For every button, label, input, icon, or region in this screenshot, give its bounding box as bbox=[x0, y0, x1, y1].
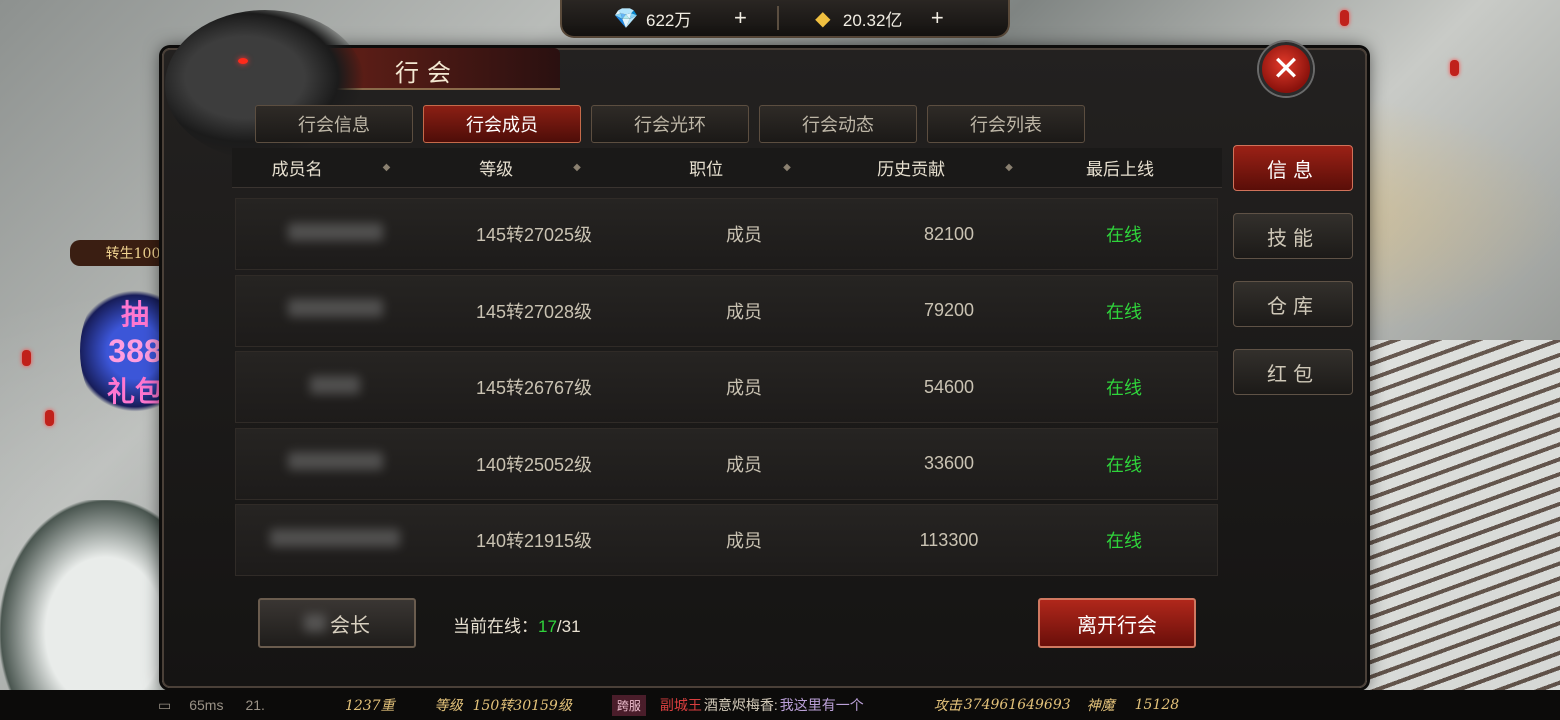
tab-guild-members[interactable]: 行会成员 bbox=[423, 105, 581, 143]
status-bar: ▭ 65ms 21. 1237重 等级 150转30159级 跨服 副城王 酒意… bbox=[0, 690, 1560, 720]
diamond-currency: 💎 622万 + bbox=[562, 0, 747, 36]
tab-guild-aura[interactable]: 行会光环 bbox=[591, 105, 749, 143]
event-line1: 抽 bbox=[120, 298, 149, 330]
chat-title: 副城王 bbox=[659, 697, 702, 713]
member-level: 145转26767级 bbox=[475, 378, 593, 398]
members-table-header: 成员名 ◆ 等级 ◆ 职位 ◆ 历史贡献 ◆ 最后上线 bbox=[232, 148, 1222, 188]
member-name-redacted bbox=[236, 222, 434, 246]
tab-guild-activity[interactable]: 行会动态 bbox=[759, 105, 917, 143]
column-header-last-online-label: 最后上线 bbox=[1086, 160, 1154, 179]
diamond-amount: 622万 bbox=[646, 10, 692, 30]
members-table-body: 145转27025级 成员 82100 在线 145转27028级 成员 792… bbox=[235, 198, 1218, 581]
column-header-level-label: 等级 bbox=[479, 160, 514, 179]
red-lantern-icon bbox=[1450, 60, 1459, 76]
column-header-name-label: 成员名 bbox=[271, 160, 323, 179]
event-line3: 礼包 bbox=[106, 375, 163, 407]
god-demon-value: 15128 bbox=[1134, 697, 1180, 713]
online-count-label: 当前在线： bbox=[453, 617, 538, 636]
member-last-online: 在线 bbox=[1106, 454, 1142, 475]
member-contribution: 113300 bbox=[919, 529, 979, 550]
column-header-position-label: 职位 bbox=[689, 160, 724, 179]
member-level: 145转27028级 bbox=[475, 301, 593, 322]
side-item-warehouse[interactable]: 仓库 bbox=[1233, 281, 1353, 327]
member-level: 140转21915级 bbox=[475, 531, 593, 551]
clock-value: 21. bbox=[245, 697, 265, 713]
column-header-contribution-label: 历史贡献 bbox=[877, 160, 946, 179]
sort-icon: ◆ bbox=[1005, 162, 1013, 173]
member-contribution: 54600 bbox=[923, 376, 975, 397]
tab-guild-info[interactable]: 行会信息 bbox=[255, 105, 413, 143]
gold-ingot-icon: ◆ bbox=[815, 7, 831, 30]
attack-label: 攻击 bbox=[933, 698, 962, 714]
table-row[interactable]: 145转27025级 成员 82100 在线 bbox=[235, 198, 1218, 270]
member-name-redacted bbox=[236, 452, 434, 475]
member-last-online: 在线 bbox=[1106, 531, 1142, 551]
member-name-redacted bbox=[236, 375, 434, 399]
member-name-redacted bbox=[236, 299, 434, 322]
table-row[interactable]: 145转27028级 成员 79200 在线 bbox=[235, 274, 1218, 347]
red-lantern-icon bbox=[1340, 10, 1349, 26]
member-position: 成员 bbox=[726, 378, 762, 398]
event-line2: 388 bbox=[108, 332, 162, 369]
member-contribution: 82100 bbox=[923, 223, 975, 244]
rank-value: 150转30159级 bbox=[472, 698, 572, 714]
member-position: 成员 bbox=[726, 225, 762, 245]
column-header-last-online[interactable]: 最后上线 bbox=[1040, 155, 1200, 180]
side-item-skills[interactable]: 技能 bbox=[1233, 213, 1353, 259]
add-gold-button[interactable]: + bbox=[931, 5, 944, 31]
chat-message: 我这里有一个 bbox=[779, 697, 864, 713]
member-last-online: 在线 bbox=[1106, 225, 1142, 245]
god-demon-label: 神魔 bbox=[1086, 698, 1115, 714]
member-position: 成员 bbox=[726, 531, 762, 551]
sort-icon: ◆ bbox=[573, 162, 581, 173]
member-level: 145转27025级 bbox=[475, 225, 593, 245]
close-button[interactable]: ✕ bbox=[1259, 42, 1313, 96]
guild-tabs: 行会信息 行会成员 行会光环 行会动态 行会列表 bbox=[255, 105, 1085, 143]
attack-value: 374961649693 bbox=[963, 697, 1071, 713]
member-position: 成员 bbox=[726, 301, 762, 322]
online-count-current: 17 bbox=[538, 617, 557, 636]
sort-icon: ◆ bbox=[783, 162, 791, 173]
red-lantern-icon bbox=[45, 410, 54, 426]
cross-server-tag: 跨服 bbox=[611, 694, 646, 716]
gold-currency: ◆ 20.32亿 + bbox=[779, 0, 944, 36]
member-position: 成员 bbox=[726, 454, 762, 475]
chat-speaker[interactable]: 酒意烬梅香: bbox=[704, 695, 778, 715]
member-contribution: 33600 bbox=[923, 453, 975, 473]
redacted-text bbox=[304, 614, 326, 632]
diamond-icon: 💎 bbox=[613, 7, 639, 30]
table-row[interactable]: 140转25052级 成员 33600 在线 bbox=[235, 427, 1218, 500]
table-row[interactable]: 140转21915级 成员 113300 在线 bbox=[235, 504, 1218, 576]
member-name-redacted bbox=[236, 528, 434, 552]
online-count-total: 31 bbox=[561, 617, 581, 636]
add-diamond-button[interactable]: + bbox=[734, 5, 747, 31]
column-header-name[interactable]: 成员名 ◆ bbox=[232, 155, 430, 180]
guild-leader-button-label: 会长 bbox=[330, 614, 370, 637]
tab-guild-list[interactable]: 行会列表 bbox=[927, 105, 1085, 143]
leave-guild-button[interactable]: 离开行会 bbox=[1038, 598, 1196, 648]
side-menu: 信息 技能 仓库 红包 bbox=[1233, 145, 1353, 395]
member-contribution: 79200 bbox=[923, 300, 975, 320]
rebirth-badge: 1237重 bbox=[344, 698, 395, 714]
member-level: 140转25052级 bbox=[475, 454, 593, 475]
red-lantern-icon bbox=[22, 350, 31, 366]
guild-leader-button[interactable]: 会长 bbox=[258, 598, 416, 648]
gold-amount: 20.32亿 bbox=[842, 10, 903, 30]
panel-title: 行会 bbox=[395, 59, 459, 87]
column-header-level[interactable]: 等级 ◆ bbox=[430, 155, 630, 180]
battery-icon: ▭ bbox=[158, 696, 172, 713]
rank-label: 等级 bbox=[434, 698, 463, 714]
sort-icon: ◆ bbox=[382, 162, 391, 173]
column-header-contribution[interactable]: 历史贡献 ◆ bbox=[850, 155, 1040, 180]
table-row[interactable]: 145转26767级 成员 54600 在线 bbox=[235, 351, 1218, 423]
side-item-red-packet[interactable]: 红包 bbox=[1233, 349, 1353, 395]
side-item-info[interactable]: 信息 bbox=[1233, 145, 1353, 191]
member-last-online: 在线 bbox=[1106, 378, 1142, 398]
member-last-online: 在线 bbox=[1106, 301, 1142, 322]
ping-value: 65ms bbox=[189, 697, 224, 713]
dragon-eye bbox=[238, 58, 248, 64]
online-count: 当前在线：17/31 bbox=[453, 612, 581, 637]
currency-bar: 💎 622万 + ◆ 20.32亿 + bbox=[560, 0, 1010, 38]
column-header-position[interactable]: 职位 ◆ bbox=[630, 155, 850, 180]
